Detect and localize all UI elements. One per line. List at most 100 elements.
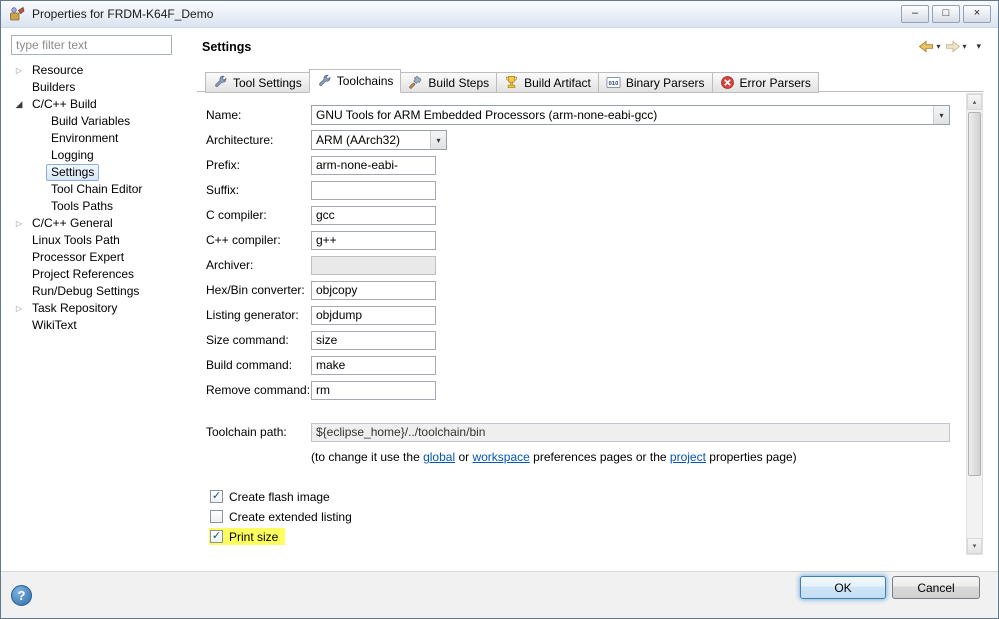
tab-build-artifact[interactable]: Build Artifact <box>496 72 599 93</box>
scroll-up-button[interactable]: ▴ <box>967 94 982 110</box>
workspace-link[interactable]: workspace <box>472 450 529 464</box>
chevron-down-icon: ▾ <box>933 106 949 124</box>
ok-button[interactable]: OK <box>800 576 886 599</box>
tree-item-label: C/C++ Build <box>32 97 97 111</box>
sidebar-item-task-repository[interactable]: ▷ Task Repository <box>11 300 192 317</box>
cancel-button[interactable]: Cancel <box>892 576 980 599</box>
sidebar-item-logging[interactable]: Logging <box>11 147 192 164</box>
tab-label: Binary Parsers <box>625 75 705 90</box>
field-label: Architecture: <box>206 133 274 147</box>
tab-tool-settings[interactable]: Tool Settings <box>205 72 310 93</box>
tree-item-label: Build Variables <box>51 114 131 128</box>
tab-build-steps[interactable]: Build Steps <box>400 72 498 93</box>
window-title: Properties for FRDM-K64F_Demo <box>32 7 214 21</box>
build-command-input[interactable] <box>311 355 436 375</box>
tree-item-label: Project References <box>32 267 135 281</box>
note-text: (to change it use the <box>311 450 424 464</box>
tree-item-label: Resource <box>32 63 84 77</box>
sidebar-item-settings[interactable]: Settings <box>11 164 192 181</box>
sidebar-item-resource[interactable]: ▷ Resource <box>11 62 192 79</box>
suffix-input[interactable] <box>311 180 436 200</box>
chevron-down-icon: ▾ <box>962 42 967 51</box>
tree-item-label: WikiText <box>32 318 77 332</box>
tree-item-label: Linux Tools Path <box>32 233 120 247</box>
name-select[interactable]: GNU Tools for ARM Embedded Processors (a… <box>311 105 950 125</box>
back-arrow-icon <box>919 40 934 53</box>
sidebar-item-linux-tools-path[interactable]: Linux Tools Path <box>11 232 192 249</box>
note-text: or <box>455 450 473 464</box>
checkbox-label: Create flash image <box>229 489 330 504</box>
toolchains-panel: Name: GNU Tools for ARM Embedded Processo… <box>197 92 966 555</box>
prefix-input[interactable] <box>311 155 436 175</box>
tab-label: Toolchains <box>336 74 394 88</box>
c-compiler-input[interactable] <box>311 205 436 225</box>
sidebar-item-builders[interactable]: Builders <box>11 79 192 96</box>
size-command-input[interactable] <box>311 330 436 350</box>
selected-value: ARM (AArch32) <box>316 133 401 147</box>
checkbox-checked-icon[interactable]: ✓ <box>210 490 223 503</box>
sidebar-item-c-c-general[interactable]: ▷ C/C++ General <box>11 215 192 232</box>
svg-text:010: 010 <box>608 81 618 87</box>
field-label: Prefix: <box>206 158 241 172</box>
sidebar-tree: ▷ Resource Builders ◢ C/C++ Build Build Varia… <box>11 62 192 334</box>
field-label: Build command: <box>206 358 293 372</box>
toolchain-path-input[interactable] <box>311 422 950 442</box>
field-label: Archiver: <box>206 258 254 272</box>
expand-icon[interactable]: ▷ <box>11 62 27 79</box>
scrollbar-thumb[interactable] <box>968 112 981 476</box>
checkbox-create-flash-image[interactable]: ✓ Create flash image <box>209 488 337 505</box>
checkbox-create-extended-listing[interactable]: Create extended listing <box>209 508 359 525</box>
hex-bin-converter-input[interactable] <box>311 280 436 300</box>
sidebar-item-run-debug-settings[interactable]: Run/Debug Settings <box>11 283 192 300</box>
tab-toolchains[interactable]: Toolchains <box>308 69 402 93</box>
maximize-button[interactable]: □ <box>932 5 960 23</box>
tab-binary-parsers[interactable]: 010 Binary Parsers <box>597 72 713 93</box>
tab-label: Build Steps <box>428 75 490 90</box>
scroll-down-button[interactable]: ▾ <box>967 538 982 554</box>
wrench-icon <box>317 74 332 89</box>
sidebar-item-project-references[interactable]: Project References <box>11 266 192 283</box>
field-label: Size command: <box>206 333 289 347</box>
sidebar-item-environment[interactable]: Environment <box>11 130 192 147</box>
hammer-icon <box>408 75 423 90</box>
listing-generator-input[interactable] <box>311 305 436 325</box>
view-menu-button[interactable]: ▾ <box>976 41 981 52</box>
global-link[interactable]: global <box>423 450 455 464</box>
tab-label: Error Parsers <box>739 75 811 90</box>
forward-button[interactable]: ▾ <box>942 38 968 55</box>
checkbox-unchecked-icon[interactable] <box>210 510 223 523</box>
expand-icon[interactable]: ▷ <box>11 300 27 317</box>
architecture-select[interactable]: ARM (AArch32) ▾ <box>311 130 447 150</box>
selected-value: GNU Tools for ARM Embedded Processors (a… <box>316 108 658 122</box>
checkbox-print-size[interactable]: ✓ Print size <box>209 528 286 545</box>
sidebar-item-tool-chain-editor[interactable]: Tool Chain Editor <box>11 181 192 198</box>
tree-item-label: Tools Paths <box>51 199 114 213</box>
help-button[interactable]: ? <box>11 585 32 606</box>
collapse-icon[interactable]: ◢ <box>11 96 27 113</box>
forward-arrow-icon <box>946 40 961 53</box>
checkbox-label: Create extended listing <box>229 509 352 524</box>
tab-error-parsers[interactable]: Error Parsers <box>711 72 819 93</box>
sidebar: ▷ Resource Builders ◢ C/C++ Build Build Varia… <box>11 35 192 568</box>
sidebar-item-tools-paths[interactable]: Tools Paths <box>11 198 192 215</box>
expand-icon[interactable]: ▷ <box>11 215 27 232</box>
filter-input[interactable] <box>11 35 172 55</box>
sidebar-item-processor-expert[interactable]: Processor Expert <box>11 249 192 266</box>
c-compiler-input[interactable] <box>311 230 436 250</box>
sidebar-item-wikitext[interactable]: WikiText <box>11 317 192 334</box>
checkbox-checked-icon[interactable]: ✓ <box>210 530 223 543</box>
tree-item-label: Run/Debug Settings <box>32 284 140 298</box>
sidebar-item-c-c-build[interactable]: ◢ C/C++ Build <box>11 96 192 113</box>
tree-item-label: Environment <box>51 131 119 145</box>
close-button[interactable]: × <box>963 5 991 23</box>
tree-item-label: Tool Chain Editor <box>51 182 143 196</box>
project-link[interactable]: project <box>670 450 706 464</box>
minimize-button[interactable]: – <box>901 5 929 23</box>
remove-command-input[interactable] <box>311 380 436 400</box>
vertical-scrollbar[interactable]: ▴ ▾ <box>966 93 983 555</box>
tree-item-label: C/C++ General <box>32 216 113 230</box>
tab-label: Build Artifact <box>524 75 591 90</box>
back-button[interactable]: ▾ <box>916 38 942 55</box>
sidebar-item-build-variables[interactable]: Build Variables <box>11 113 192 130</box>
titlebar: Properties for FRDM-K64F_Demo – □ × <box>1 1 998 28</box>
